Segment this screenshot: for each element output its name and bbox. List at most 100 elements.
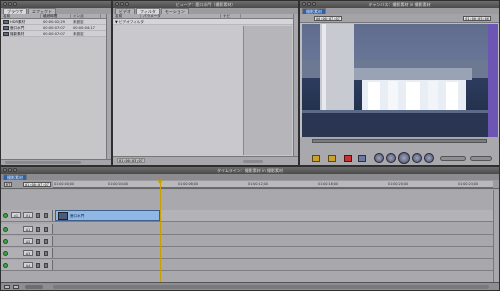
track-label-v1[interactable]: V1	[23, 212, 33, 218]
canvas-titlebar[interactable]: キャンバス：撮影素材 in 撮影素材	[300, 1, 499, 8]
track-label-a1[interactable]: A1	[23, 226, 33, 232]
match-frame-button[interactable]	[358, 155, 366, 162]
shuttle-control[interactable]	[470, 156, 492, 161]
track-area-a1[interactable]	[53, 224, 493, 234]
item-in: 00:00:04:17	[73, 26, 95, 30]
minimize-icon[interactable]	[120, 2, 124, 6]
browser-titlebar[interactable]	[1, 1, 111, 8]
jog-control[interactable]	[440, 156, 466, 161]
viewer-zoom-slider[interactable]	[243, 160, 263, 163]
zoom-icon[interactable]	[312, 2, 316, 6]
zoom-icon[interactable]	[13, 168, 17, 172]
ruler-tick: 01:00:16;00	[318, 182, 339, 186]
timeline-titlebar[interactable]: タイムライン：撮影素材 in 撮影素材	[1, 167, 499, 174]
timeline-scrollbar[interactable]	[493, 190, 499, 282]
zoom-icon[interactable]	[13, 2, 17, 6]
canvas-current-timecode[interactable]: 01:00:05;06	[463, 16, 491, 21]
zoom-slider[interactable]	[25, 285, 43, 289]
lock-icon[interactable]	[36, 239, 40, 244]
close-icon[interactable]	[115, 2, 119, 6]
column-name[interactable]: 名前	[1, 14, 41, 18]
mark-in-button[interactable]	[312, 155, 320, 162]
track-visibility-icon[interactable]	[3, 251, 8, 256]
next-edit-button[interactable]	[424, 153, 434, 163]
timeline-hscroll[interactable]	[53, 285, 489, 289]
auto-select-icon[interactable]	[44, 263, 48, 268]
browser-scrollbar[interactable]	[106, 14, 111, 159]
record-button[interactable]	[344, 155, 352, 162]
source-patch-v1[interactable]: v1	[11, 212, 21, 218]
auto-select-icon[interactable]	[44, 239, 48, 244]
ruler-tick: 01:00:24;00	[458, 182, 479, 186]
clip-thumbnail	[58, 212, 68, 220]
canvas-duration-timecode[interactable]: 00:00:07:07	[314, 16, 342, 21]
track-visibility-icon[interactable]	[3, 239, 8, 244]
track-area-a2[interactable]	[53, 236, 493, 246]
time-ruler[interactable]: 01:00:00;00 01:00:04;00 01:00:08;00 01:0…	[53, 181, 493, 188]
playhead[interactable]	[160, 181, 161, 282]
minimize-icon[interactable]	[8, 168, 12, 172]
viewer-titlebar[interactable]: ビューア：鹿口水門（撮影素材）	[113, 1, 298, 8]
track-area-a4[interactable]	[53, 260, 493, 270]
lock-icon[interactable]	[36, 263, 40, 268]
track-controls: A3	[1, 248, 53, 258]
column-name: 名前	[113, 14, 141, 18]
timeline-bottom-bar	[1, 282, 499, 290]
list-item[interactable]: 撮影素材 00:00:07:07 未設定	[1, 31, 111, 37]
viewer-title: ビューア：鹿口水門（撮影素材）	[175, 2, 236, 7]
mark-clip-button[interactable]	[328, 155, 336, 162]
rt-menu[interactable]: RT	[4, 182, 13, 187]
track-visibility-icon[interactable]	[3, 263, 8, 268]
canvas-header-bar: 00:00:07:07 01:00:05;06	[300, 14, 499, 23]
track-label-a4[interactable]: A4	[23, 262, 33, 268]
auto-select-icon[interactable]	[44, 213, 48, 218]
zoom-icon[interactable]	[125, 2, 129, 6]
track-label-a2[interactable]: A2	[23, 238, 33, 244]
video-filters-row[interactable]: ▼ ビデオフィルタ	[113, 19, 298, 25]
ruler-tick: 01:00:20;00	[388, 182, 409, 186]
column-in[interactable]: イン点	[71, 14, 101, 18]
column-nav: ナビ	[221, 14, 241, 18]
canvas-transport-bar	[300, 137, 499, 165]
playhead-marker[interactable]	[157, 180, 163, 184]
track-label-a3[interactable]: A3	[23, 250, 33, 256]
prev-edit-button[interactable]	[374, 153, 384, 163]
canvas-title: キャンバス：撮影素材 in 撮影素材	[368, 2, 431, 7]
track-height-button[interactable]	[4, 285, 10, 289]
track-visibility-icon[interactable]	[3, 227, 8, 232]
canvas-scrubber[interactable]	[312, 139, 487, 143]
play-button[interactable]	[398, 152, 410, 164]
timeline-clip[interactable]: 鹿口水門	[55, 210, 160, 221]
clip-overlays-button[interactable]	[13, 285, 19, 289]
lock-icon[interactable]	[36, 213, 40, 218]
play-around-button[interactable]	[412, 153, 422, 163]
canvas-video-frame[interactable]	[302, 24, 498, 137]
close-icon[interactable]	[3, 168, 7, 172]
minimize-icon[interactable]	[307, 2, 311, 6]
viewer-timecode[interactable]: 01:00:03;07	[117, 158, 145, 163]
lock-icon[interactable]	[36, 251, 40, 256]
column-duration[interactable]: 継続時間	[41, 14, 71, 18]
video-filters-label: ▼ ビデオフィルタ	[115, 20, 144, 24]
auto-select-icon[interactable]	[44, 227, 48, 232]
item-in: 未設定	[73, 20, 84, 24]
track-area-a3[interactable]	[53, 248, 493, 258]
ruler-tick: 01:00:08;00	[178, 182, 199, 186]
track-controls: A2	[1, 236, 53, 246]
lock-icon[interactable]	[36, 227, 40, 232]
close-icon[interactable]	[302, 2, 306, 6]
browser-hscroll[interactable]	[5, 161, 81, 164]
ruler-tick: 01:00:00;00	[54, 182, 75, 186]
play-in-out-button[interactable]	[386, 153, 396, 163]
timeline-current-timecode[interactable]: 01:00:07:07	[23, 182, 51, 187]
item-duration: 00:00:02;29	[43, 20, 65, 24]
track-controls: v1 V1	[1, 210, 53, 221]
auto-select-icon[interactable]	[44, 251, 48, 256]
minimize-icon[interactable]	[8, 2, 12, 6]
track-visibility-icon[interactable]	[3, 213, 8, 218]
viewer-keyframe-area	[243, 26, 292, 155]
track-area-v1[interactable]: 鹿口水門	[53, 210, 493, 221]
browser-bottom-bar	[1, 159, 111, 165]
viewer-scrollbar[interactable]	[293, 14, 298, 156]
close-icon[interactable]	[3, 2, 7, 6]
